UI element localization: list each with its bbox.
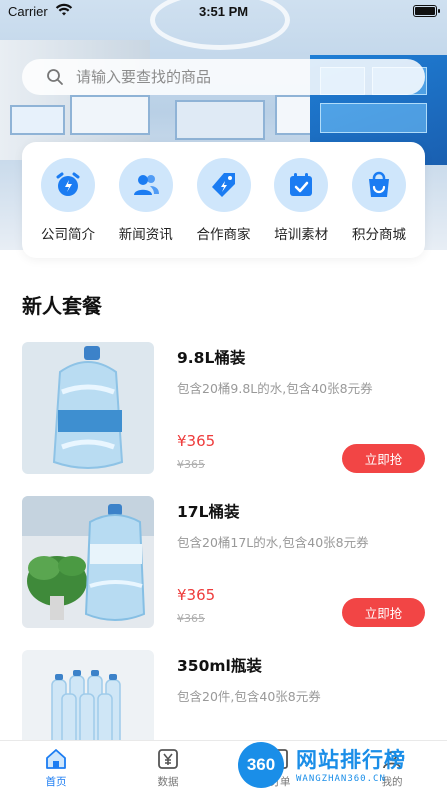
banner-decor	[70, 95, 150, 135]
tab-label: 首页	[45, 776, 67, 788]
clock: 3:51 PM	[199, 4, 249, 19]
category-icon-circle	[196, 158, 251, 212]
shopping-bag-icon	[369, 171, 389, 197]
tag-lightning-icon	[211, 173, 235, 197]
buy-now-button[interactable]: 立即抢	[342, 444, 425, 473]
category-icon-circle	[118, 158, 173, 212]
calendar-check-icon	[290, 173, 313, 196]
tab-home[interactable]: 首页	[26, 747, 86, 789]
category-label: 新闻资讯	[118, 227, 173, 243]
search-icon	[47, 69, 63, 85]
watermark-title: 网站排行榜	[296, 748, 406, 772]
product-image	[22, 496, 154, 628]
category-points-mall[interactable]: 积分商城	[343, 158, 415, 258]
category-partners[interactable]: 合作商家	[188, 158, 260, 258]
wifi-icon	[55, 3, 73, 16]
product-description: 包含20件,包含40张8元券	[177, 689, 321, 704]
product-price: ¥365	[177, 586, 216, 604]
product-image	[22, 342, 154, 474]
category-icon-circle	[352, 158, 406, 212]
category-label: 公司简介	[41, 227, 95, 243]
banner-decor	[175, 100, 265, 140]
category-icon-circle	[274, 158, 329, 212]
watermark-subtitle: WANGZHAN360.CN	[296, 774, 386, 784]
battery-icon	[413, 5, 440, 17]
carrier-label: Carrier	[8, 4, 48, 19]
category-news[interactable]: 新闻资讯	[110, 158, 182, 258]
status-bar: Carrier 3:51 PM	[0, 0, 447, 24]
home-icon	[46, 749, 66, 769]
product-description: 包含20桶17L的水,包含40张8元券	[177, 535, 369, 550]
watermark-badge: 360	[238, 742, 284, 788]
banner-decor	[10, 105, 65, 135]
product-description: 包含20桶9.8L的水,包含40张8元券	[177, 381, 373, 396]
search-input[interactable]	[76, 68, 396, 86]
alarm-clock-icon	[56, 172, 80, 196]
product-original-price: ¥365	[177, 612, 205, 625]
product-card[interactable]: 9.8L桶装 包含20桶9.8L的水,包含40张8元券 ¥365 ¥365 立即…	[22, 342, 425, 474]
category-label: 合作商家	[196, 227, 251, 243]
tab-label: 数据	[157, 776, 179, 788]
product-original-price: ¥365	[177, 458, 205, 471]
product-name: 17L桶装	[177, 503, 240, 521]
category-company-intro[interactable]: 公司简介	[32, 158, 104, 258]
product-price: ¥365	[177, 432, 216, 450]
product-name: 9.8L桶装	[177, 349, 246, 367]
tab-data[interactable]: 数据	[138, 747, 198, 789]
category-label: 培训素材	[274, 227, 329, 243]
category-training[interactable]: 培训素材	[265, 158, 337, 258]
search-bar[interactable]	[22, 59, 425, 95]
buy-now-button[interactable]: 立即抢	[342, 598, 425, 627]
category-menu: 公司简介 新闻资讯 合作商家 培训素材 积分商城	[22, 142, 425, 258]
product-name: 350ml瓶装	[177, 657, 262, 675]
watermark-logo: 360 网站排行榜 WANGZHAN360.CN	[232, 740, 447, 795]
yen-data-icon	[158, 749, 178, 769]
category-icon-circle	[41, 158, 95, 212]
category-label: 积分商城	[352, 227, 406, 243]
people-icon	[133, 175, 159, 195]
section-title: 新人套餐	[22, 294, 102, 318]
product-card[interactable]: 17L桶装 包含20桶17L的水,包含40张8元券 ¥365 ¥365 立即抢	[22, 496, 425, 628]
